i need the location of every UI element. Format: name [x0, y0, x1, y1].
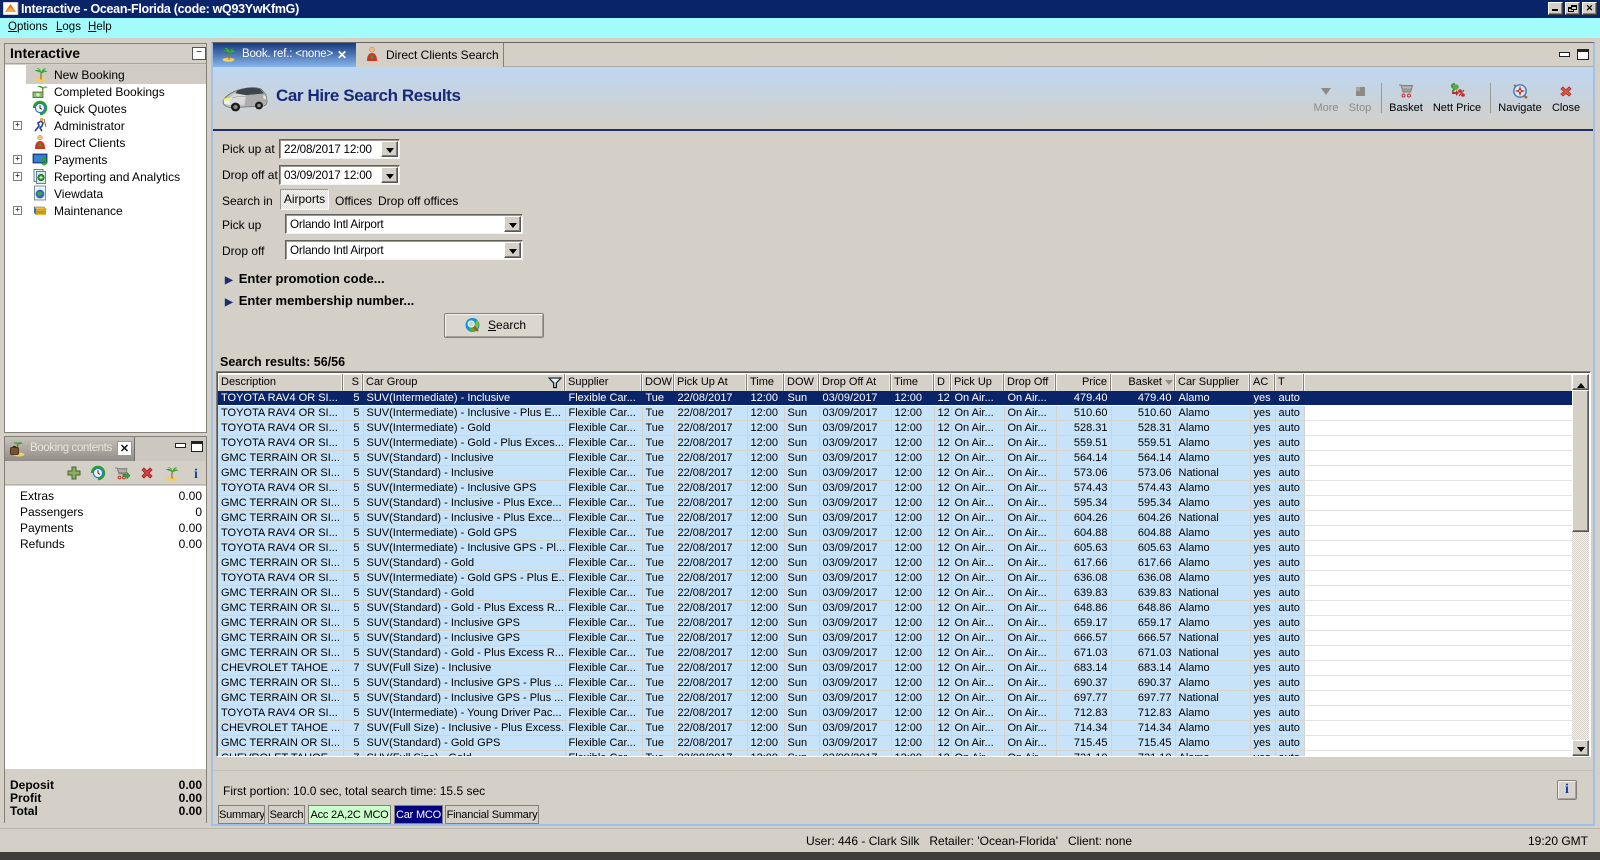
- svg-text:$: $: [41, 156, 47, 167]
- svg-text:i: i: [194, 467, 198, 481]
